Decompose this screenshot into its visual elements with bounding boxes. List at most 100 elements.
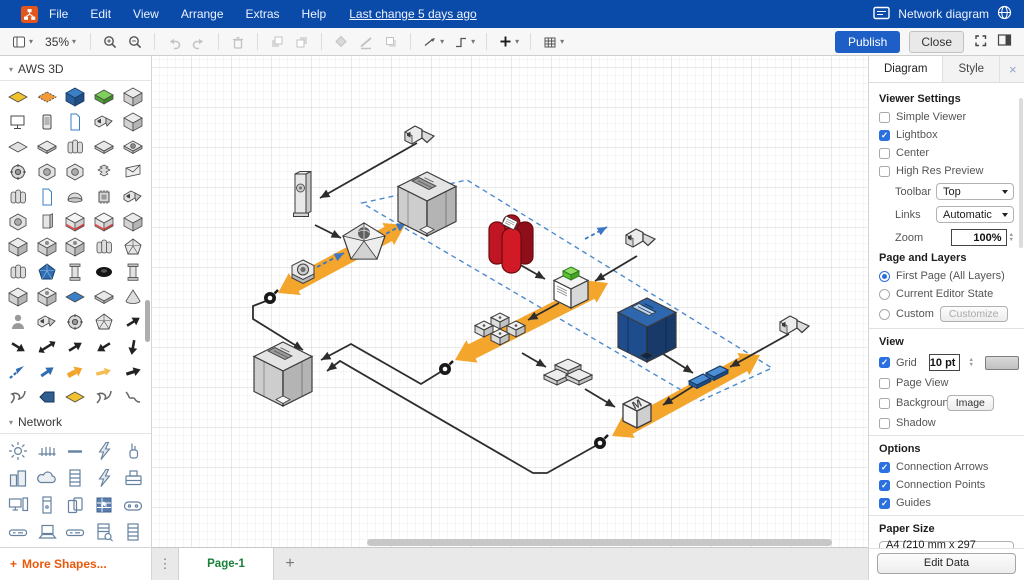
shape-rack[interactable] bbox=[118, 518, 147, 545]
shape-dy[interactable] bbox=[61, 384, 90, 409]
node-datacenter[interactable] bbox=[618, 298, 676, 362]
shape-fg[interactable] bbox=[90, 84, 119, 109]
shape-cg[interactable] bbox=[4, 284, 33, 309]
flow-band[interactable] bbox=[449, 272, 613, 371]
check-lightbox[interactable]: Lightbox bbox=[879, 129, 1014, 141]
check-connection-points[interactable]: Connection Points bbox=[879, 479, 1014, 491]
sidebar-scrollbar[interactable] bbox=[145, 300, 150, 342]
shape-ph[interactable] bbox=[33, 109, 62, 134]
menu-arrange[interactable]: Arrange bbox=[181, 7, 224, 21]
shape-cgl[interactable] bbox=[33, 284, 62, 309]
shape-copier[interactable] bbox=[118, 464, 147, 491]
shape-pad[interactable] bbox=[118, 491, 147, 518]
shape-a5[interactable] bbox=[118, 334, 147, 359]
shape-fgr[interactable] bbox=[4, 134, 33, 159]
node-hex-nut[interactable] bbox=[292, 260, 314, 284]
shape-env[interactable] bbox=[118, 159, 147, 184]
zoom-out-icon[interactable] bbox=[124, 32, 146, 52]
shape-a6[interactable] bbox=[118, 359, 147, 384]
section-network[interactable]: Network bbox=[0, 409, 151, 434]
last-change-link[interactable]: Last change 5 days ago bbox=[349, 7, 476, 21]
check-simple-viewer[interactable]: Simple Viewer bbox=[879, 111, 1014, 123]
shape-gr[interactable] bbox=[4, 159, 33, 184]
shape-fy[interactable] bbox=[4, 84, 33, 109]
shape-cb[interactable] bbox=[61, 84, 90, 109]
connector-edge[interactable] bbox=[660, 352, 695, 377]
shape-ped[interactable] bbox=[118, 259, 147, 284]
panel-scrollbar[interactable] bbox=[1019, 98, 1023, 248]
shape-gr[interactable] bbox=[61, 309, 90, 334]
check-connection-arrows[interactable]: Connection Arrows bbox=[879, 461, 1014, 473]
shape-rtr[interactable] bbox=[4, 518, 33, 545]
section-aws3d[interactable]: AWS 3D bbox=[0, 56, 151, 81]
tab-style[interactable]: Style bbox=[943, 56, 1000, 82]
node-m-cube[interactable]: M bbox=[623, 397, 651, 428]
shape-doc[interactable] bbox=[33, 184, 62, 209]
node-gem[interactable] bbox=[343, 223, 385, 259]
node-datacenter[interactable] bbox=[398, 172, 456, 236]
shape-a2[interactable] bbox=[4, 334, 33, 359]
node-flat-stack[interactable] bbox=[544, 359, 592, 385]
shape-a3[interactable] bbox=[33, 334, 62, 359]
shape-cyl[interactable] bbox=[90, 234, 119, 259]
shape-slb[interactable] bbox=[33, 209, 62, 234]
shape-crs[interactable] bbox=[90, 159, 119, 184]
tab-diagram[interactable]: Diagram bbox=[869, 56, 943, 82]
shape-nut[interactable] bbox=[4, 209, 33, 234]
shape-dom[interactable] bbox=[61, 184, 90, 209]
shape-sq[interactable] bbox=[4, 384, 33, 409]
shape-a4[interactable] bbox=[90, 334, 119, 359]
shape-cloud[interactable] bbox=[33, 464, 62, 491]
check-page-view[interactable]: Page View bbox=[879, 377, 1014, 389]
connection-icon[interactable] bbox=[419, 32, 447, 52]
publish-button[interactable]: Publish bbox=[835, 31, 900, 53]
node-gear-node[interactable] bbox=[439, 361, 453, 375]
shape-fb[interactable] bbox=[61, 284, 90, 309]
shape-cyl[interactable] bbox=[4, 259, 33, 284]
pages-menu-icon[interactable]: ⋮ bbox=[152, 548, 178, 580]
check-shadow[interactable]: Shadow bbox=[879, 417, 1014, 429]
shape-doc[interactable] bbox=[61, 109, 90, 134]
shape-pbl[interactable] bbox=[33, 384, 62, 409]
node-red-db[interactable] bbox=[489, 215, 533, 273]
grid-color-swatch[interactable] bbox=[985, 356, 1019, 370]
shape-hand[interactable] bbox=[118, 437, 147, 464]
node-monolith[interactable] bbox=[294, 172, 312, 217]
panel-close-icon[interactable]: × bbox=[1000, 56, 1024, 82]
zoom-level-select[interactable]: 35% bbox=[39, 33, 82, 51]
close-button[interactable]: Close bbox=[909, 31, 964, 53]
check-high-res[interactable]: High Res Preview bbox=[879, 165, 1014, 177]
shape-crd[interactable] bbox=[61, 209, 90, 234]
shape-dash[interactable] bbox=[61, 437, 90, 464]
node-arrow-house[interactable] bbox=[626, 229, 655, 247]
connector-edge[interactable] bbox=[517, 263, 547, 283]
shape-cgl[interactable] bbox=[33, 234, 62, 259]
shape-cg[interactable] bbox=[4, 234, 33, 259]
shape-fw[interactable] bbox=[90, 491, 119, 518]
shape-ayf[interactable] bbox=[90, 359, 119, 384]
shape-pl[interactable] bbox=[90, 134, 119, 159]
paper-size-select[interactable]: A4 (210 mm x 297 mm) bbox=[879, 541, 1014, 548]
shape-fence[interactable] bbox=[33, 437, 62, 464]
node-green-server[interactable] bbox=[554, 267, 588, 308]
zoom-stepper[interactable]: ▲▼ bbox=[1009, 233, 1014, 243]
shape-ped[interactable] bbox=[61, 259, 90, 284]
zoom-input[interactable]: 100% bbox=[951, 229, 1007, 246]
page-tab-1[interactable]: Page-1 bbox=[178, 548, 274, 580]
shape-bolt[interactable] bbox=[90, 437, 119, 464]
shape-dsc[interactable] bbox=[90, 259, 119, 284]
image-button[interactable]: Image bbox=[947, 395, 994, 411]
shape-cyl[interactable] bbox=[4, 184, 33, 209]
shape-cg[interactable] bbox=[118, 209, 147, 234]
shape-bldg[interactable] bbox=[4, 464, 33, 491]
shape-pl[interactable] bbox=[90, 284, 119, 309]
node-gear-node[interactable] bbox=[594, 435, 608, 449]
shape-per[interactable] bbox=[4, 309, 33, 334]
shape-nut[interactable] bbox=[33, 159, 62, 184]
shape-fo[interactable] bbox=[33, 84, 62, 109]
shape-abn[interactable] bbox=[33, 359, 62, 384]
toolbar-select[interactable]: Top bbox=[936, 183, 1014, 200]
shape-ah[interactable] bbox=[118, 184, 147, 209]
links-select[interactable]: Automatic bbox=[936, 206, 1014, 223]
edit-data-button[interactable]: Edit Data bbox=[877, 553, 1016, 574]
